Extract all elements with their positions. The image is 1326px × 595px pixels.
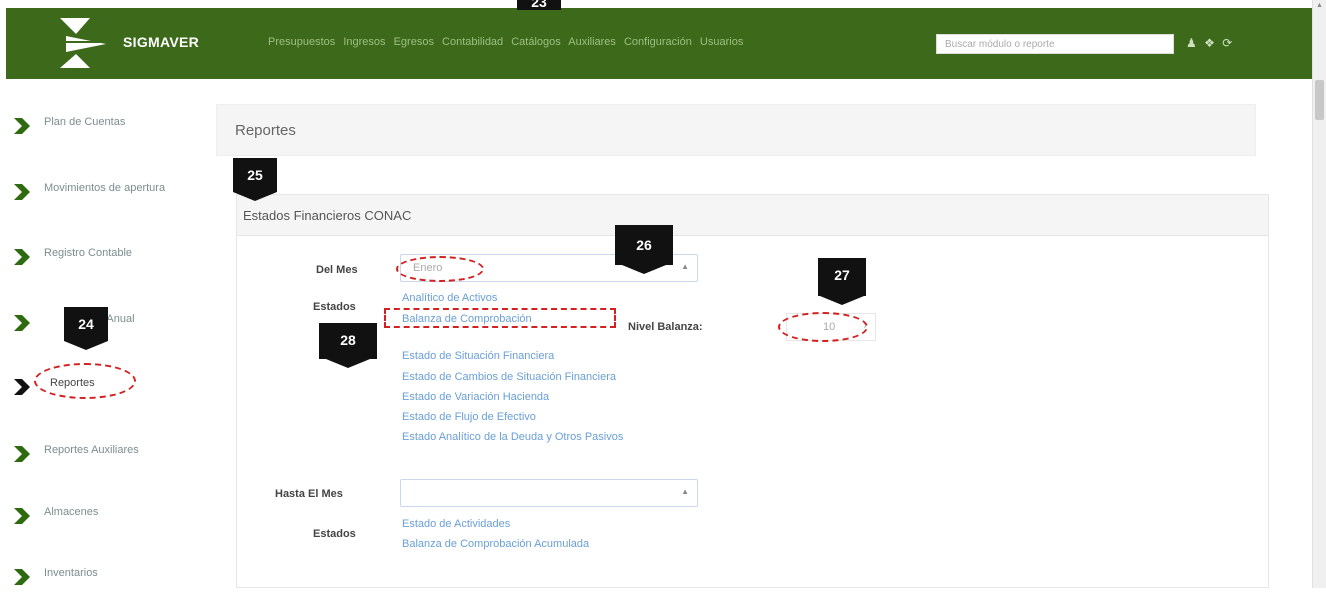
- search-input[interactable]: Buscar módulo o reporte: [936, 34, 1174, 54]
- sidebar-item-label: Almacenes: [44, 506, 99, 518]
- nav-item-ingresos[interactable]: Ingresos: [343, 36, 385, 48]
- del-mes-label: Del Mes: [316, 264, 358, 276]
- callout-badge-27: 27: [818, 258, 866, 305]
- link-cambios-situacion[interactable]: Estado de Cambios de Situación Financier…: [402, 371, 616, 383]
- page-title: Reportes: [235, 122, 296, 139]
- highlight-oval-nivel: [778, 312, 868, 342]
- callout-badge-25: 25: [233, 158, 277, 201]
- chevron-down-icon: ▲︎: [681, 262, 689, 271]
- help-icon[interactable]: ❖: [1204, 36, 1217, 50]
- nav-item-contabilidad[interactable]: Contabilidad: [442, 36, 503, 48]
- sidebar-item-movimientos[interactable]: Movimientos de apertura: [10, 180, 210, 210]
- link-estado-actividades[interactable]: Estado de Actividades: [402, 518, 510, 530]
- reports-header-panel: Reportes: [216, 104, 1256, 156]
- top-navbar: SIGMAVER Presupuestos Ingresos Egresos C…: [6, 8, 1315, 79]
- header-icons: ♟ ❖ ⟳: [1186, 36, 1234, 50]
- sidebar-item-plan-de-cuentas[interactable]: Plan de Cuentas: [10, 114, 210, 144]
- nivel-balanza-label: Nivel Balanza:: [628, 321, 703, 333]
- scroll-up-icon[interactable]: ▲: [1316, 2, 1323, 9]
- callout-badge-26: 26: [615, 225, 673, 274]
- chevron-right-icon: [14, 184, 30, 200]
- brand-name[interactable]: SIGMAVER: [123, 34, 199, 50]
- sidebar-item-inventarios[interactable]: Inventarios: [10, 565, 210, 595]
- highlight-rect-balanza: [384, 308, 616, 328]
- link-analitico-deuda[interactable]: Estado Analítico de la Deuda y Otros Pas…: [402, 431, 623, 443]
- estados-label: Estados: [313, 301, 356, 313]
- hasta-mes-label: Hasta El Mes: [275, 488, 343, 500]
- scroll-thumb[interactable]: [1315, 80, 1324, 120]
- chevron-right-icon: [14, 118, 30, 134]
- hasta-mes-select[interactable]: ▲︎: [400, 479, 698, 507]
- sidebar-item-almacenes[interactable]: Almacenes: [10, 504, 210, 534]
- user-icon[interactable]: ♟: [1186, 36, 1199, 50]
- nav-item-usuarios[interactable]: Usuarios: [700, 36, 743, 48]
- chevron-right-icon: [14, 249, 30, 265]
- callout-badge-28: 28: [319, 323, 377, 368]
- sidebar-item-label: Plan de Cuentas: [44, 116, 126, 128]
- sidebar-item-label: Inventarios: [44, 567, 98, 579]
- chevron-right-icon: [14, 379, 30, 395]
- section-title: Estados Financieros CONAC: [243, 208, 412, 223]
- nav-item-configuracion[interactable]: Configuración: [624, 36, 692, 48]
- link-variacion-hacienda[interactable]: Estado de Variación Hacienda: [402, 391, 549, 403]
- sidebar-item-registro-contable[interactable]: Registro Contable: [10, 245, 210, 275]
- nav-item-auxiliares[interactable]: Auxiliares: [568, 36, 616, 48]
- chevron-right-icon: [14, 569, 30, 585]
- sidebar-item-label: Reportes Auxiliares: [44, 444, 139, 456]
- main-nav: Presupuestos Ingresos Egresos Contabilid…: [268, 36, 748, 48]
- sidebar-item-label: Movimientos de apertura: [44, 182, 166, 194]
- logout-icon[interactable]: ⟳: [1222, 36, 1234, 50]
- link-flujo-efectivo[interactable]: Estado de Flujo de Efectivo: [402, 411, 536, 423]
- chevron-right-icon: [14, 446, 30, 462]
- sidebar-item-label: Registro Contable: [44, 247, 133, 259]
- callout-badge-23: 23: [517, 0, 561, 10]
- chevron-right-icon: [14, 508, 30, 524]
- chevron-right-icon: [14, 315, 30, 331]
- sidebar-item-reportes-auxiliares[interactable]: Reportes Auxiliares: [10, 442, 210, 472]
- sidebar-item-cierre-anual[interactable]: Cierre Anual: [10, 311, 210, 341]
- estados2-label: Estados: [313, 528, 356, 540]
- sigmaver-logo-icon: [60, 18, 106, 68]
- highlight-oval-del-mes: [396, 256, 484, 282]
- chevron-down-icon: ▲︎: [681, 487, 689, 496]
- section-header: Estados Financieros CONAC: [237, 195, 1268, 236]
- nav-item-catalogos[interactable]: Catálogos: [511, 36, 561, 48]
- link-situacion-financiera[interactable]: Estado de Situación Financiera: [402, 350, 554, 362]
- callout-badge-24: 24: [64, 307, 108, 350]
- nav-item-egresos[interactable]: Egresos: [394, 36, 434, 48]
- highlight-oval-reportes: [34, 363, 136, 399]
- page-scrollbar[interactable]: ▲: [1312, 0, 1326, 588]
- nav-item-presupuestos[interactable]: Presupuestos: [268, 36, 335, 48]
- estados-financieros-section: Estados Financieros CONAC: [236, 194, 1269, 588]
- link-analitico-activos[interactable]: Analítico de Activos: [402, 292, 497, 304]
- link-balanza-acumulada[interactable]: Balanza de Comprobación Acumulada: [402, 538, 589, 550]
